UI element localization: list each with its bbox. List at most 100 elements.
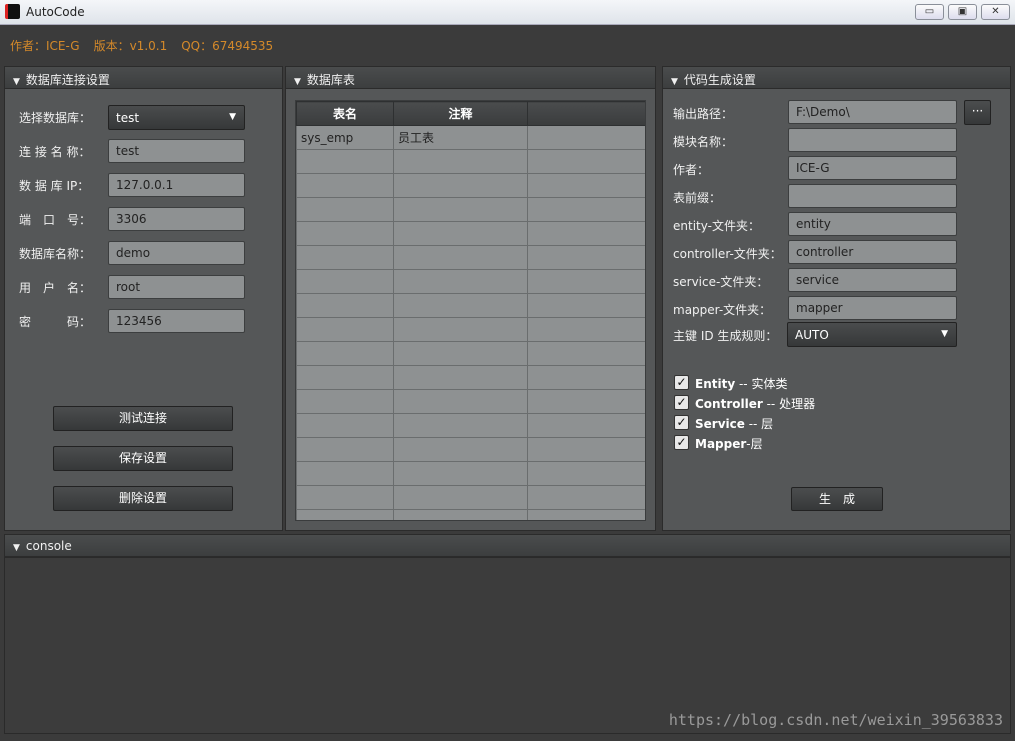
minimize-button[interactable]: ▭ <box>915 4 944 20</box>
table-cell <box>393 341 528 366</box>
checkbox-label-desc: -- 层 <box>744 417 774 431</box>
table-cell <box>296 485 394 510</box>
panel-title: 代码生成设置 <box>683 73 756 87</box>
generate-button[interactable]: 生 成 <box>791 487 883 511</box>
table-cell <box>296 221 394 246</box>
console-header[interactable]: ▼ console <box>4 534 1011 557</box>
table-cell <box>393 485 528 510</box>
table-row[interactable] <box>296 389 645 414</box>
table-cell <box>393 461 528 486</box>
table-row[interactable] <box>296 149 645 174</box>
gen-field-input[interactable]: mapper <box>788 296 957 320</box>
column-header-name[interactable]: 表名 <box>296 101 394 126</box>
restore-button[interactable]: ▣ <box>948 4 977 20</box>
checkbox[interactable]: ✓ <box>674 395 689 410</box>
table-row[interactable] <box>296 197 645 222</box>
check-icon: ✓ <box>676 415 687 429</box>
gen-field-input[interactable]: controller <box>788 240 957 264</box>
table-cell <box>296 317 394 342</box>
db-field-input[interactable]: test <box>108 139 245 163</box>
gen-field-input[interactable]: F:\Demo\ <box>788 100 957 124</box>
checkbox-label-name: Entity <box>695 377 736 391</box>
table-cell <box>527 485 645 510</box>
table-row[interactable] <box>296 413 645 438</box>
panel-title: 数据库连接设置 <box>25 73 110 87</box>
column-header-empty[interactable] <box>527 101 645 126</box>
table-cell <box>296 413 394 438</box>
gen-field-label: 表前缀： <box>673 191 722 205</box>
delete-settings-button[interactable]: 删除设置 <box>53 486 233 511</box>
gen-field-input[interactable]: service <box>788 268 957 292</box>
gen-field-input[interactable]: entity <box>788 212 957 236</box>
table-row[interactable] <box>296 437 645 462</box>
table-row[interactable] <box>296 293 645 318</box>
check-icon: ✓ <box>676 435 687 449</box>
table-row[interactable]: sys_emp 员工表 <box>296 125 645 150</box>
table-cell <box>527 197 645 222</box>
table-cell <box>527 317 645 342</box>
gen-field-label: 模块名称： <box>673 135 734 149</box>
table-cell <box>296 197 394 222</box>
checkbox[interactable]: ✓ <box>674 415 689 430</box>
table-cell <box>393 149 528 174</box>
table-row[interactable] <box>296 317 645 342</box>
db-field-label: 数据库名称： <box>19 247 92 261</box>
checkbox-label[interactable]: Service -- 层 <box>695 415 773 432</box>
db-field-input[interactable]: demo <box>108 241 245 265</box>
checkbox-label[interactable]: Mapper-层 <box>695 435 763 452</box>
table-row[interactable] <box>296 269 645 294</box>
close-button[interactable]: ✕ <box>981 4 1010 20</box>
codegen-panel-header[interactable]: ▼ 代码生成设置 <box>663 67 1010 89</box>
table-cell <box>296 365 394 390</box>
table-row[interactable] <box>296 509 645 520</box>
table-cell <box>393 269 528 294</box>
table-row[interactable] <box>296 245 645 270</box>
gen-field-input[interactable]: ICE-G <box>788 156 957 180</box>
test-connection-button[interactable]: 测试连接 <box>53 406 233 431</box>
table-row[interactable] <box>296 461 645 486</box>
chevron-down-icon: ▼ <box>941 329 948 339</box>
checkbox-label[interactable]: Controller -- 处理器 <box>695 395 815 412</box>
gen-field-label: controller-文件夹： <box>673 247 782 261</box>
console-output[interactable] <box>4 557 1011 734</box>
table-cell <box>296 461 394 486</box>
gen-field-input[interactable] <box>788 128 957 152</box>
browse-button[interactable]: ··· <box>964 100 991 125</box>
db-field-input[interactable]: 123456 <box>108 309 245 333</box>
table-cell <box>527 365 645 390</box>
table-cell <box>393 317 528 342</box>
table-row[interactable] <box>296 221 645 246</box>
checkbox[interactable]: ✓ <box>674 375 689 390</box>
table-row[interactable] <box>296 485 645 510</box>
db-field-input[interactable]: root <box>108 275 245 299</box>
table-row[interactable] <box>296 365 645 390</box>
table-cell <box>393 437 528 462</box>
gen-field-label: service-文件夹： <box>673 275 769 289</box>
chevron-down-icon: ▼ <box>229 112 236 122</box>
table-cell <box>527 437 645 462</box>
table-cell <box>296 269 394 294</box>
table-row[interactable] <box>296 173 645 198</box>
tables-panel-header[interactable]: ▼ 数据库表 <box>286 67 655 89</box>
db-field-input[interactable]: 3306 <box>108 207 245 231</box>
pk-rule-select[interactable]: AUTO ▼ <box>787 322 957 347</box>
save-settings-button[interactable]: 保存设置 <box>53 446 233 471</box>
db-panel-header[interactable]: ▼ 数据库连接设置 <box>5 67 282 89</box>
gen-field-label: 作者： <box>673 163 710 177</box>
column-header-comment[interactable]: 注释 <box>393 101 528 126</box>
version-info: 版本：v1.0.1 <box>93 39 168 53</box>
table-cell <box>527 389 645 414</box>
db-select-value: test <box>116 111 140 125</box>
gen-field-input[interactable] <box>788 184 957 208</box>
checkbox-label[interactable]: Entity -- 实体类 <box>695 375 787 392</box>
checkbox[interactable]: ✓ <box>674 435 689 450</box>
table-cell <box>296 341 394 366</box>
table-cell: 员工表 <box>393 125 528 150</box>
db-select[interactable]: test ▼ <box>108 105 245 130</box>
table-cell <box>393 173 528 198</box>
checkbox-label-desc: -- 实体类 <box>735 377 788 391</box>
checkbox-label-name: Mapper <box>695 437 747 451</box>
table-row[interactable] <box>296 341 645 366</box>
table-cell <box>527 269 645 294</box>
db-field-input[interactable]: 127.0.0.1 <box>108 173 245 197</box>
